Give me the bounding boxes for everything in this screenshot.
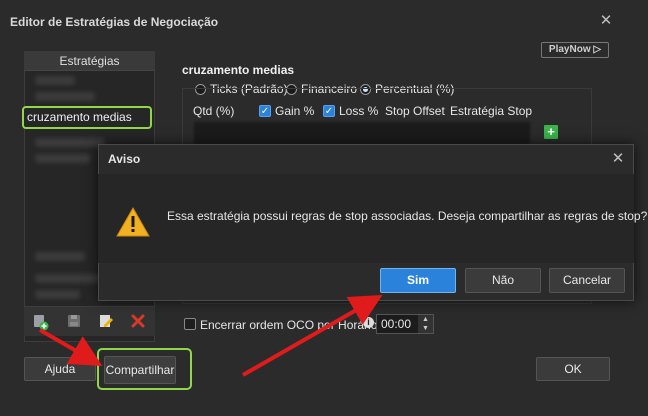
annotation-arrows	[39, 295, 383, 377]
arrow-to-compartilhar	[39, 328, 103, 366]
arrow-to-sim	[242, 295, 383, 377]
